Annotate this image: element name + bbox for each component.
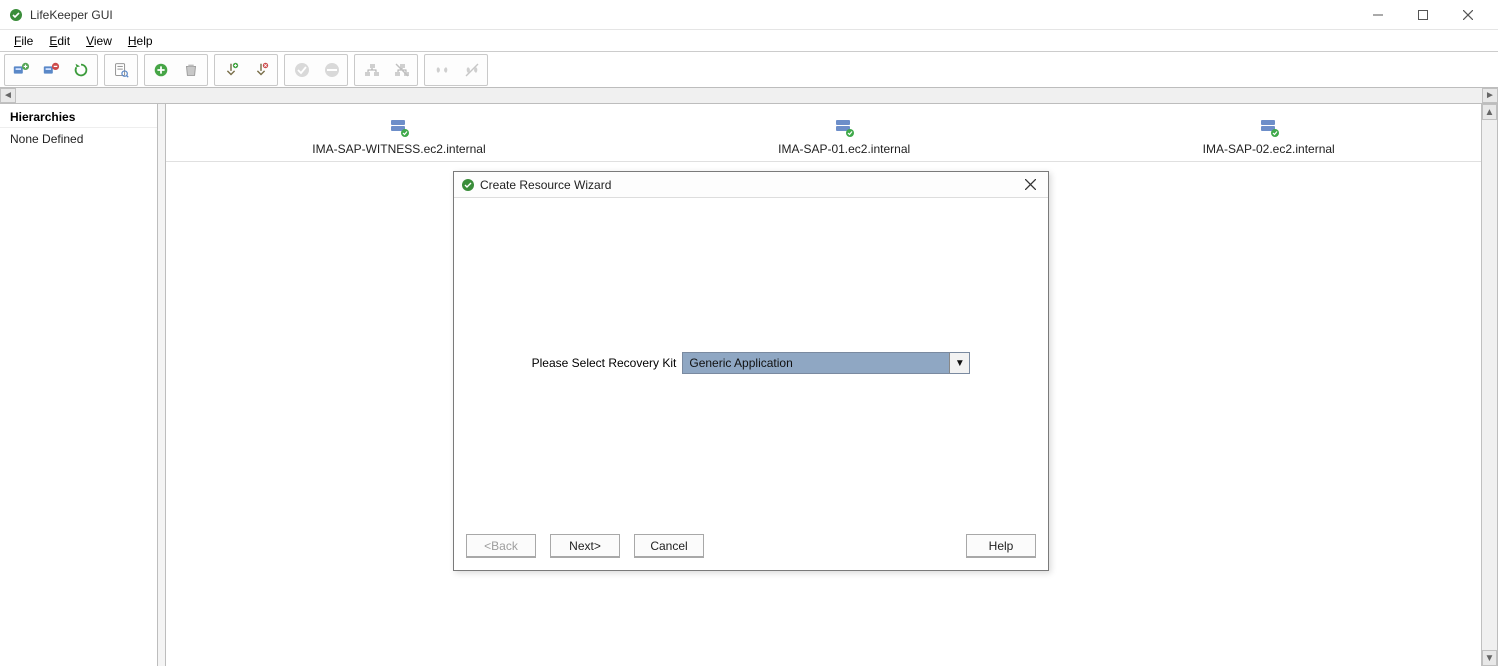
- refresh-button[interactable]: [66, 56, 96, 84]
- dialog-footer: <Back Next> Cancel Help: [454, 528, 1048, 570]
- unextend-hierarchy-button[interactable]: [246, 56, 276, 84]
- server-node[interactable]: IMA-SAP-WITNESS.ec2.internal: [312, 116, 485, 156]
- back-button: <Back: [466, 534, 536, 558]
- create-resource-wizard-dialog: Create Resource Wizard Please Select Rec…: [453, 171, 1049, 571]
- add-dependency-button[interactable]: [356, 56, 386, 84]
- dialog-body: Please Select Recovery Kit Generic Appli…: [454, 198, 1048, 528]
- menu-file[interactable]: File: [6, 32, 41, 50]
- scroll-right-icon[interactable]: ►: [1482, 88, 1498, 103]
- menu-bar: File Edit View Help: [0, 30, 1498, 52]
- next-button[interactable]: Next>: [550, 534, 620, 558]
- scroll-left-icon[interactable]: ◄: [0, 88, 16, 103]
- connect-server-button[interactable]: [6, 56, 36, 84]
- server-node[interactable]: IMA-SAP-01.ec2.internal: [778, 116, 910, 156]
- splitter-handle[interactable]: [158, 104, 166, 666]
- help-button[interactable]: Help: [966, 534, 1036, 558]
- toolbar: [0, 52, 1498, 88]
- server-icon: [833, 116, 855, 138]
- create-resource-button[interactable]: [146, 56, 176, 84]
- menu-help[interactable]: Help: [120, 32, 161, 50]
- server-icon: [1258, 116, 1280, 138]
- window-controls: [1355, 1, 1490, 29]
- hierarchies-sidebar: Hierarchies None Defined: [0, 104, 158, 666]
- minimize-button[interactable]: [1355, 1, 1400, 29]
- server-node[interactable]: IMA-SAP-02.ec2.internal: [1203, 116, 1335, 156]
- remove-dependency-button[interactable]: [386, 56, 416, 84]
- server-icon: [388, 116, 410, 138]
- servers-row: IMA-SAP-WITNESS.ec2.internal IMA-SAP-01.…: [166, 104, 1481, 162]
- server-label: IMA-SAP-02.ec2.internal: [1203, 142, 1335, 156]
- maximize-button[interactable]: [1400, 1, 1445, 29]
- in-service-button[interactable]: [286, 56, 316, 84]
- dialog-title: Create Resource Wizard: [476, 178, 611, 192]
- window-title: LifeKeeper GUI: [30, 8, 113, 22]
- close-button[interactable]: [1445, 1, 1490, 29]
- server-label: IMA-SAP-01.ec2.internal: [778, 142, 910, 156]
- out-of-service-button[interactable]: [316, 56, 346, 84]
- server-label: IMA-SAP-WITNESS.ec2.internal: [312, 142, 485, 156]
- scroll-down-icon[interactable]: ▼: [1482, 650, 1497, 666]
- vertical-scrollbar[interactable]: ▲ ▼: [1481, 104, 1497, 666]
- disconnect-server-button[interactable]: [36, 56, 66, 84]
- sidebar-heading: Hierarchies: [0, 104, 157, 128]
- dialog-icon: [460, 177, 476, 193]
- scroll-up-icon[interactable]: ▲: [1482, 104, 1497, 120]
- app-icon: [8, 7, 24, 23]
- extend-hierarchy-button[interactable]: [216, 56, 246, 84]
- horizontal-scrollbar[interactable]: ◄ ►: [0, 88, 1498, 104]
- delete-comm-path-button[interactable]: [456, 56, 486, 84]
- create-comm-path-button[interactable]: [426, 56, 456, 84]
- delete-resource-button[interactable]: [176, 56, 206, 84]
- recovery-kit-value: Generic Application: [683, 356, 949, 370]
- recovery-kit-combobox[interactable]: Generic Application ▼: [682, 352, 970, 374]
- dialog-titlebar[interactable]: Create Resource Wizard: [454, 172, 1048, 198]
- sidebar-status: None Defined: [0, 128, 157, 150]
- view-log-button[interactable]: [106, 56, 136, 84]
- cancel-button[interactable]: Cancel: [634, 534, 704, 558]
- recovery-kit-label: Please Select Recovery Kit: [532, 356, 677, 370]
- menu-view[interactable]: View: [78, 32, 120, 50]
- dialog-close-button[interactable]: [1018, 176, 1042, 194]
- window-titlebar: LifeKeeper GUI: [0, 0, 1498, 30]
- menu-edit[interactable]: Edit: [41, 32, 78, 50]
- chevron-down-icon[interactable]: ▼: [949, 353, 969, 373]
